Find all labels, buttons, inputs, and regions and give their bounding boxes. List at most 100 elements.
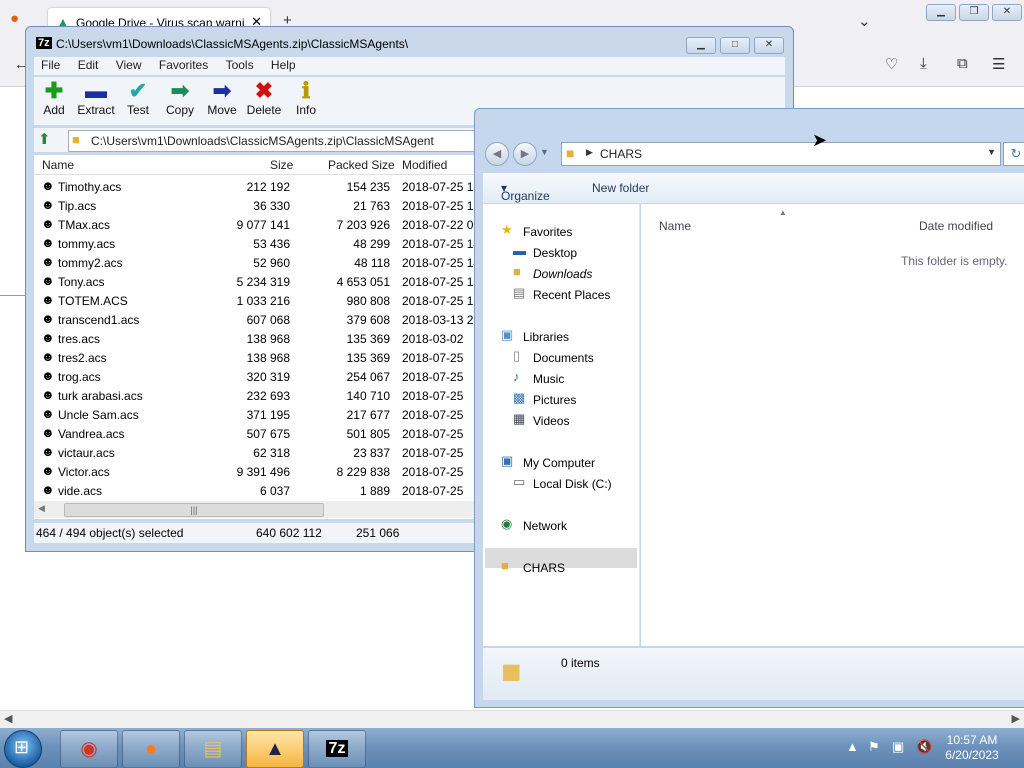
minus-icon: ▬ <box>85 78 107 103</box>
minimize-icon[interactable]: ▁ <box>926 4 956 21</box>
cell-modified: 2018-03-02 <box>402 332 464 346</box>
browser-horizontal-scrollbar[interactable]: ◀ ▶ <box>0 710 1024 728</box>
cell-packed: 1 889 <box>359 484 390 498</box>
restore-icon[interactable]: ❐ <box>959 4 989 21</box>
cell-size: 1 033 216 <box>236 294 290 308</box>
nav-pictures-label: Pictures <box>533 393 577 407</box>
minimize-icon[interactable]: ▁ <box>686 37 716 54</box>
pocket-icon[interactable]: ♡ <box>885 55 898 73</box>
cell-packed: 217 677 <box>346 408 390 422</box>
cell-packed: 135 369 <box>346 351 390 365</box>
menu-tools[interactable]: Tools <box>219 57 261 73</box>
tab-list-icon[interactable]: ⌄ <box>858 12 871 30</box>
breadcrumb-chars[interactable]: CHARS <box>600 147 642 161</box>
col-packed-size[interactable]: Packed Size <box>328 158 395 172</box>
col-date-modified[interactable]: Date modified <box>919 219 993 233</box>
taskbar-explorer[interactable]: ▤ <box>184 730 242 768</box>
extensions-icon[interactable]: ⧉ <box>957 55 968 72</box>
nav-favorites-label: Favorites <box>523 225 573 239</box>
cell-packed: 48 299 <box>353 237 390 251</box>
action-center-icon[interactable]: ⚑ <box>868 739 880 755</box>
show-hidden-icons-icon[interactable]: ▲ <box>846 739 859 754</box>
scroll-right-icon[interactable]: ▶ <box>1012 712 1020 725</box>
scroll-thumb[interactable]: ||| <box>64 503 324 517</box>
menu-help[interactable]: Help <box>264 57 303 73</box>
menu-favorites[interactable]: Favorites <box>152 57 215 73</box>
status-packed: 251 066 <box>356 526 400 540</box>
agent-file-icon: ☻ <box>41 425 55 440</box>
downloads-icon[interactable]: ⤓ <box>920 55 927 72</box>
volume-muted-icon[interactable]: 🔇 <box>916 739 932 755</box>
move-button[interactable]: ➡ Move <box>200 79 244 118</box>
cell-modified: 2018-07-25 13 <box>402 180 481 194</box>
scroll-left-icon[interactable]: ◀ <box>4 712 12 725</box>
extract-button[interactable]: ▬ Extract <box>74 78 118 118</box>
nav-documents-label: Documents <box>533 351 594 365</box>
cell-size: 138 968 <box>246 351 290 365</box>
add-button[interactable]: ✚ Add <box>32 79 76 118</box>
info-button[interactable]: ℹ Info <box>284 79 328 118</box>
cell-modified: 2018-07-25 <box>402 370 464 384</box>
col-name[interactable]: Name <box>659 219 691 233</box>
status-size: 640 602 112 <box>256 526 322 540</box>
command-bar: Organize ▾ New folder <box>483 173 1024 204</box>
taskbar-chrome[interactable]: ◉ <box>60 730 118 768</box>
recent-pages-icon[interactable]: ▼ <box>540 147 549 157</box>
menu-edit[interactable]: Edit <box>71 57 106 73</box>
clock[interactable]: 10:57 AM 6/20/2023 <box>942 733 1002 763</box>
cell-packed: 8 229 838 <box>336 465 390 479</box>
network-tray-icon[interactable]: ▣ <box>892 739 904 755</box>
col-modified[interactable]: Modified <box>402 158 447 172</box>
new-folder-button[interactable]: New folder <box>592 181 649 195</box>
organize-button[interactable]: Organize ▾ <box>501 181 550 203</box>
taskbar-7zip[interactable]: 7z <box>308 730 366 768</box>
menu-icon[interactable]: ☰ <box>992 55 1005 73</box>
cell-modified: 2018-07-25 13 <box>402 199 481 213</box>
cell-modified: 2018-07-25 <box>402 427 464 441</box>
explorer-address-bar[interactable]: ■ ▶ CHARS ▼ <box>561 142 1001 166</box>
col-name[interactable]: Name <box>42 158 74 172</box>
menu-view[interactable]: View <box>109 57 149 73</box>
refresh-icon[interactable]: ↻ <box>1003 142 1024 166</box>
navigation-pane: ★ Favorites ▬ Desktop ■ Downloads ▤ Recent P… <box>483 204 640 646</box>
cell-modified: 2018-07-25 <box>402 465 464 479</box>
close-icon[interactable]: ✕ <box>754 37 784 54</box>
start-button[interactable]: ⊞ <box>4 730 42 768</box>
test-label: Test <box>126 103 149 117</box>
folder-icon: ■ <box>72 132 80 147</box>
cell-name: tres.acs <box>58 332 101 346</box>
taskbar-msagent[interactable]: ▲ <box>246 730 304 768</box>
test-button[interactable]: ✔ Test <box>116 79 160 118</box>
agent-file-icon: ☻ <box>41 254 55 269</box>
agent-file-icon: ☻ <box>41 178 55 193</box>
taskbar-firefox[interactable]: ● <box>122 730 180 768</box>
maximize-icon[interactable]: □ <box>720 37 750 54</box>
back-icon[interactable]: ◀ <box>485 142 509 166</box>
address-dropdown-icon[interactable]: ▼ <box>987 147 996 157</box>
breadcrumb-arrow-icon[interactable]: ▶ <box>586 147 593 158</box>
close-icon[interactable]: ✕ <box>992 4 1022 21</box>
cell-size: 5 234 319 <box>236 275 290 289</box>
cell-size: 320 319 <box>246 370 290 384</box>
cell-name: Victor.acs <box>58 465 110 479</box>
delete-button[interactable]: ✖ Delete <box>242 79 286 118</box>
agent-file-icon: ☻ <box>41 311 55 326</box>
menu-file[interactable]: File <box>34 57 67 73</box>
folder-up-icon[interactable]: ⬆ <box>38 130 51 148</box>
agent-file-icon: ☻ <box>41 349 55 364</box>
forward-icon[interactable]: ▶ <box>513 142 537 166</box>
folder-icon: ■ <box>501 558 509 573</box>
col-size[interactable]: Size <box>270 158 293 172</box>
agent-file-icon: ☻ <box>41 444 55 459</box>
disk-icon: ▭ <box>513 474 526 489</box>
cell-modified: 2018-07-25 14 <box>402 237 481 251</box>
move-label: Move <box>207 103 237 117</box>
sort-arrow-icon: ▲ <box>779 208 787 217</box>
scroll-left-icon[interactable]: ◀ <box>38 503 45 514</box>
copy-button[interactable]: ➡ Copy <box>158 79 202 118</box>
agent-file-icon: ☻ <box>41 330 55 345</box>
cell-packed: 7 203 926 <box>336 218 390 232</box>
cell-name: Uncle Sam.acs <box>58 408 139 422</box>
cell-name: vide.acs <box>58 484 103 498</box>
cell-modified: 2018-07-25 <box>402 408 464 422</box>
